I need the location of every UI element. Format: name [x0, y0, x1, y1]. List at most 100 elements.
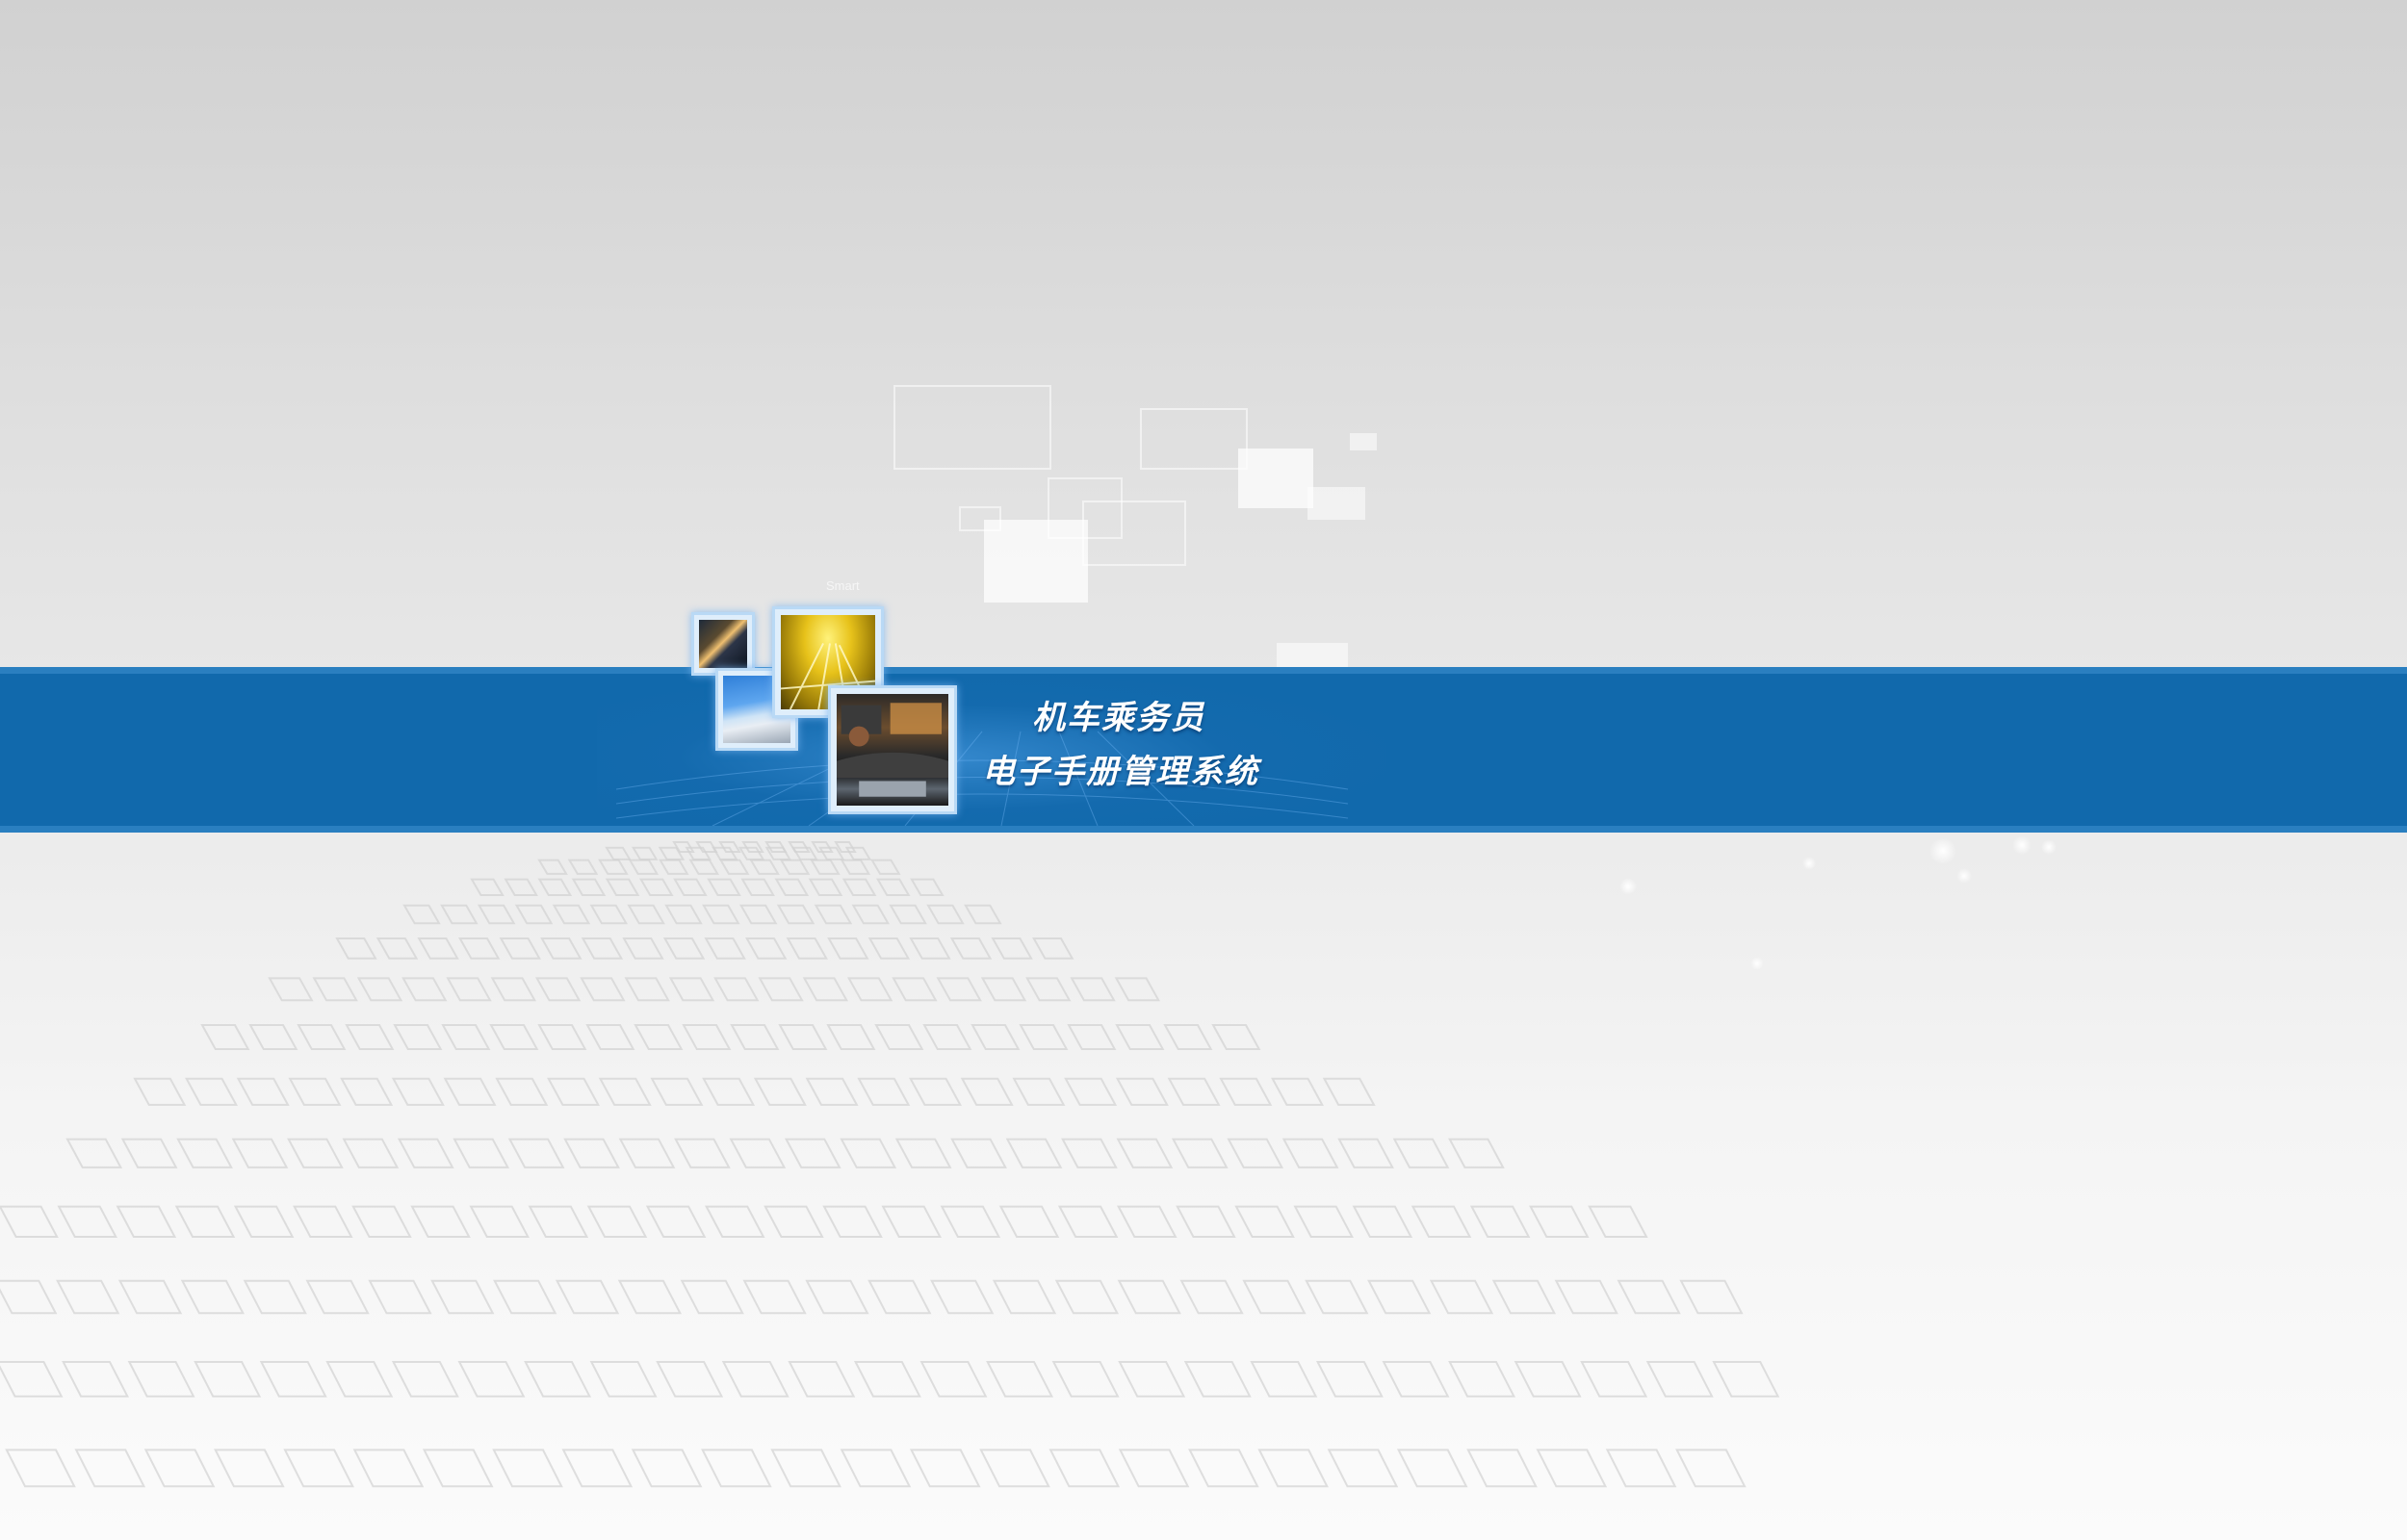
floor-tile	[446, 977, 492, 1002]
floor-tile	[1675, 1449, 1747, 1488]
floor-tile	[259, 1361, 327, 1398]
floor-tile	[745, 937, 788, 960]
login-background: Smart 机车乘务员 电子手册管理系统	[0, 0, 2407, 1540]
floor-tile	[133, 1077, 187, 1106]
floor-tile	[589, 904, 629, 925]
floor-tile	[1605, 1449, 1677, 1488]
floor-tile	[283, 1449, 354, 1488]
floor-tile	[248, 1024, 298, 1050]
cab-driver-photo	[828, 685, 957, 814]
floor-tile	[668, 977, 715, 1002]
floor-tile	[805, 1279, 869, 1315]
floor-tile	[552, 904, 591, 925]
floor-tile	[673, 878, 708, 896]
floor-tile	[1645, 1361, 1714, 1398]
floor-tile	[770, 1449, 841, 1488]
floor-tile	[540, 937, 582, 960]
floor-tile	[1250, 1361, 1318, 1398]
floor-tile	[774, 878, 810, 896]
floor-tile	[875, 878, 911, 896]
floor-tile	[1514, 1361, 1582, 1398]
floor-tile	[922, 1024, 972, 1050]
floor-tile	[1679, 1279, 1744, 1315]
floor-tile	[919, 1361, 988, 1398]
floor-tile	[1429, 1279, 1494, 1315]
floor-tile	[1327, 1449, 1399, 1488]
floor-tile	[243, 1279, 307, 1315]
floor-tile	[650, 1077, 704, 1106]
deco-square	[1082, 500, 1186, 566]
floor-tile	[1117, 1279, 1181, 1315]
sparkle	[1956, 868, 1972, 884]
system-title-line1: 机车乘务员	[1032, 699, 1205, 737]
floor-tile	[729, 1138, 787, 1168]
deco-square	[1350, 433, 1377, 450]
floor-tile	[1588, 1205, 1648, 1238]
floor-tile	[589, 1361, 658, 1398]
floor-tile	[1382, 1361, 1450, 1398]
floor-tile	[1163, 1024, 1213, 1050]
floor-tile	[909, 1077, 962, 1106]
floor-tile	[297, 1024, 347, 1050]
deco-square	[984, 520, 1088, 603]
floor-tile	[705, 1205, 765, 1238]
floor-tile	[881, 1205, 942, 1238]
floor-tile	[422, 1449, 494, 1488]
floor-tile	[784, 1138, 841, 1168]
floor-tile	[840, 859, 871, 875]
floor-tile	[980, 977, 1027, 1002]
floor-tile	[537, 859, 568, 875]
floor-tile	[1005, 1138, 1063, 1168]
floor-tile	[1064, 1077, 1118, 1106]
floor-tile	[707, 878, 741, 896]
floor-tile	[504, 878, 538, 896]
floor-tile	[634, 1024, 684, 1050]
floor-tile	[1188, 1449, 1259, 1488]
floor-tile	[493, 1279, 557, 1315]
floor-tile	[721, 1361, 789, 1398]
floor-tile	[605, 878, 640, 896]
floor-tile	[827, 937, 869, 960]
floor-tile	[674, 1138, 731, 1168]
floor-tile	[1118, 1449, 1190, 1488]
floor-tile	[791, 846, 818, 860]
floor-tile	[909, 937, 951, 960]
floor-tile	[143, 1449, 216, 1488]
deco-square	[1307, 487, 1365, 520]
floor-tile	[1305, 1279, 1369, 1315]
floor-tile	[391, 1361, 459, 1398]
floor-tile	[814, 904, 853, 925]
floor-tile	[738, 904, 778, 925]
sparkle	[1750, 957, 1764, 970]
floor-tile	[441, 1024, 491, 1050]
sparkle	[2012, 835, 2032, 855]
floor-tile	[293, 1205, 353, 1238]
floor-tile	[470, 878, 505, 896]
floor-tile	[397, 1138, 454, 1168]
floor-tile	[808, 878, 843, 896]
floor-tile	[742, 1279, 807, 1315]
floor-tile	[658, 859, 689, 875]
system-title-line2: 电子手册管理系统	[982, 753, 1259, 791]
floor-tile	[1167, 1077, 1221, 1106]
floor-tile	[507, 1138, 565, 1168]
floor-tile	[116, 1205, 177, 1238]
floor-tile	[704, 937, 746, 960]
floor-tile	[960, 1077, 1014, 1106]
floor-tile	[453, 1138, 510, 1168]
deco-square	[893, 385, 1051, 470]
floor-tile	[1448, 1138, 1505, 1168]
floor-tile	[894, 1138, 952, 1168]
floor-tile	[844, 846, 872, 860]
floor-tile	[1057, 1205, 1119, 1238]
floor-tile	[778, 1024, 828, 1050]
floor-tile	[638, 878, 674, 896]
floor-tile	[1116, 1138, 1174, 1168]
floor-tile	[1257, 1449, 1329, 1488]
floor-tile	[631, 846, 659, 860]
floor-tile	[645, 1205, 707, 1238]
floor-tile	[1067, 1024, 1117, 1050]
floor-tile	[236, 1077, 290, 1106]
floor-tile	[571, 878, 607, 896]
floor-tile	[1617, 1279, 1681, 1315]
